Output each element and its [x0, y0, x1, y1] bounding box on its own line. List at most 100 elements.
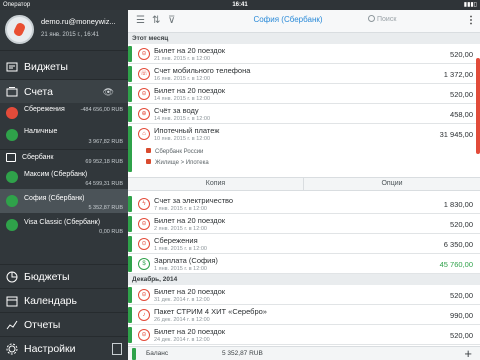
house-icon: ⌂	[138, 128, 150, 140]
transaction-row[interactable]: ♪ Пакет СТРИМ 4 ХИТ «Серебро» 26 дек. 2014…	[128, 305, 480, 325]
transaction-icon: ⊝	[138, 88, 150, 100]
folder-icon	[6, 153, 16, 162]
profile-header[interactable]: demo.ru@moneywiz... 21 янв. 2015 г., 16:…	[0, 10, 128, 51]
transaction-row[interactable]: ⊝ Билет на 20 поездок 21 янв. 2015 г. в 12…	[128, 44, 480, 64]
calculator-icon[interactable]	[112, 343, 122, 355]
transaction-icon: ♪	[138, 309, 150, 321]
section-header: Декабрь, 2014	[128, 274, 480, 285]
transaction-row[interactable]: ⊝ Билет на 20 поездок 2 янв. 2015 г. в 12:…	[128, 214, 480, 234]
transaction-row[interactable]: ⊕ Счёт за воду 14 янв. 2015 г. в 12:00 458,…	[128, 104, 480, 124]
transaction-amount: 1 830,00	[443, 200, 473, 209]
transaction-icon: $	[138, 258, 150, 270]
balance-label: Баланс	[146, 350, 169, 357]
transaction-icon: ⊝	[138, 48, 150, 60]
account-item-savings[interactable]: Сбережения -484 656,00 RUB	[0, 103, 128, 125]
options-button[interactable]: Опции	[304, 178, 480, 190]
account-name: София (Сбербанк)	[24, 195, 85, 202]
transaction-row[interactable]: $ Зарплата (София) 1 янв. 2015 г. в 12:00 4…	[128, 254, 480, 274]
sidebar-item-label: Счета	[24, 86, 53, 98]
card-icon	[6, 219, 18, 231]
transaction-title: Билет на 20 поездок	[154, 216, 226, 225]
transaction-row[interactable]: ⊝ Билет на 20 поездок 31 дек. 2014 г. в 12…	[128, 285, 480, 305]
calendar-icon	[6, 296, 18, 307]
transaction-amount: 45 760,00	[439, 260, 473, 269]
transaction-row[interactable]: ϟ Счет за электричество 7 янв. 2015 г. в 1…	[128, 194, 480, 214]
transaction-actions: Копия Опции	[128, 177, 480, 191]
account-balance: 0,00 RUB	[99, 229, 123, 235]
menu-icon[interactable]: ☰	[136, 15, 145, 26]
profile-date: 21 янв. 2015 г., 16:41	[41, 32, 99, 38]
transaction-row[interactable]: ⊝ Билет на 20 поездок 14 янв. 2015 г. в 12…	[128, 84, 480, 104]
account-group-sberbank[interactable]: Сбербанк 69 952,18 RUB	[0, 149, 128, 165]
account-name: Visa Classic (Сбербанк)	[24, 219, 101, 226]
wallet-icon	[6, 129, 18, 141]
account-item-sofia[interactable]: София (Сбербанк) 5 352,87 RUB	[0, 189, 128, 213]
transaction-date: 1 янв. 2015 г. в 12:00	[154, 246, 207, 252]
accounts-icon	[6, 87, 18, 97]
more-icon[interactable]: ⋮	[466, 15, 476, 26]
transaction-amount: 1 372,00	[443, 70, 473, 79]
transaction-date: 7 янв. 2015 г. в 12:00	[154, 206, 207, 212]
filter-icon[interactable]: ⊽	[168, 15, 175, 26]
transaction-row-expanded[interactable]: ⌂ Ипотечный платеж 10 янв. 2015 г. в 12:…	[128, 124, 480, 174]
transaction-date: 16 янв. 2015 г. в 12:00	[154, 76, 211, 82]
transaction-icon: ☏	[138, 68, 150, 80]
account-item-maxim[interactable]: Максим (Сбербанк) 64 599,31 RUB	[0, 165, 128, 189]
transaction-title: Зарплата (София)	[154, 256, 218, 265]
sidebar-item-label: Виджеты	[24, 61, 68, 73]
account-title[interactable]: София (Сбербанк)	[238, 15, 338, 24]
account-balance: 64 599,31 RUB	[85, 181, 123, 187]
transaction-row[interactable]: ☏ Счет мобильного телефона 16 янв. 2015 г.…	[128, 64, 480, 84]
copy-button[interactable]: Копия	[128, 178, 304, 190]
sidebar-item-widgets[interactable]: Виджеты	[0, 55, 128, 79]
search-input[interactable]: Поиск	[368, 15, 396, 23]
transaction-date: 1 янв. 2015 г. в 12:00	[154, 266, 207, 272]
account-balance: 3 967,82 RUB	[88, 139, 123, 145]
transaction-title: Счёт за воду	[154, 106, 199, 115]
transaction-title: Билет на 20 поездок	[154, 86, 226, 95]
balance-value: 5 352,87 RUB	[222, 350, 263, 357]
transaction-title: Билет на 20 поездок	[154, 46, 226, 55]
transaction-payee: Сбербанк России	[146, 148, 203, 155]
sort-icon[interactable]: ⇅	[152, 15, 160, 26]
group-name: Сбербанк	[22, 154, 54, 161]
transaction-amount: 520,00	[450, 50, 473, 59]
transaction-icon: ⊙	[138, 238, 150, 250]
transaction-date: 31 дек. 2014 г. в 12:00	[154, 297, 210, 303]
sidebar-item-calendar[interactable]: Календарь	[0, 288, 128, 312]
sidebar-item-label: Настройки	[24, 343, 76, 355]
transaction-title: Счет за электричество	[154, 196, 234, 205]
account-name: Сбережения	[24, 106, 65, 113]
transaction-row[interactable]: ⊝ Билет на 20 поездок 24 дек. 2014 г. в 12…	[128, 325, 480, 345]
sidebar-item-settings[interactable]: Настройки	[0, 336, 128, 360]
sidebar-item-budgets[interactable]: Бюджеты	[0, 264, 128, 288]
transaction-icon: ϟ	[138, 198, 150, 210]
battery-icon: ▮▮▮▯	[463, 2, 477, 8]
add-transaction-button[interactable]: +	[464, 346, 472, 360]
transaction-title: Счет мобильного телефона	[154, 66, 251, 75]
transaction-date: 21 янв. 2015 г. в 12:00	[154, 56, 211, 62]
transaction-amount: 520,00	[450, 331, 473, 340]
sidebar-item-reports[interactable]: Отчеты	[0, 312, 128, 336]
transaction-amount: 31 945,00	[439, 130, 473, 139]
transaction-date: 24 дек. 2014 г. в 12:00	[154, 337, 210, 343]
clock: 16:41	[232, 2, 248, 8]
main-panel: ☰ ⇅ ⊽ София (Сбербанк) Поиск ⋮ Этот меся…	[128, 10, 480, 360]
eye-icon[interactable]: 👁	[103, 80, 114, 104]
category-icon	[146, 159, 151, 164]
account-item-cash[interactable]: Наличные 3 967,82 RUB	[0, 125, 128, 149]
gear-icon	[6, 343, 18, 355]
transaction-amount: 6 350,00	[443, 240, 473, 249]
transaction-amount: 520,00	[450, 291, 473, 300]
sidebar-item-label: Отчеты	[24, 319, 61, 331]
transaction-icon: ⊝	[138, 218, 150, 230]
transaction-date: 2 янв. 2015 г. в 12:00	[154, 226, 207, 232]
transaction-row[interactable]: ⊙ Сбережения 1 янв. 2015 г. в 12:00 6 350,0…	[128, 234, 480, 254]
profile-email: demo.ru@moneywiz...	[41, 17, 116, 26]
toolbar: ☰ ⇅ ⊽ София (Сбербанк) Поиск ⋮	[128, 10, 480, 33]
account-item-visa[interactable]: Visa Classic (Сбербанк) 0,00 RUB	[0, 213, 128, 237]
scrollbar[interactable]	[476, 58, 480, 154]
sidebar-item-accounts[interactable]: Счета 👁	[0, 79, 128, 103]
section-header: Этот месяц	[128, 33, 480, 44]
transaction-date: 10 янв. 2015 г. в 12:00	[154, 136, 211, 142]
